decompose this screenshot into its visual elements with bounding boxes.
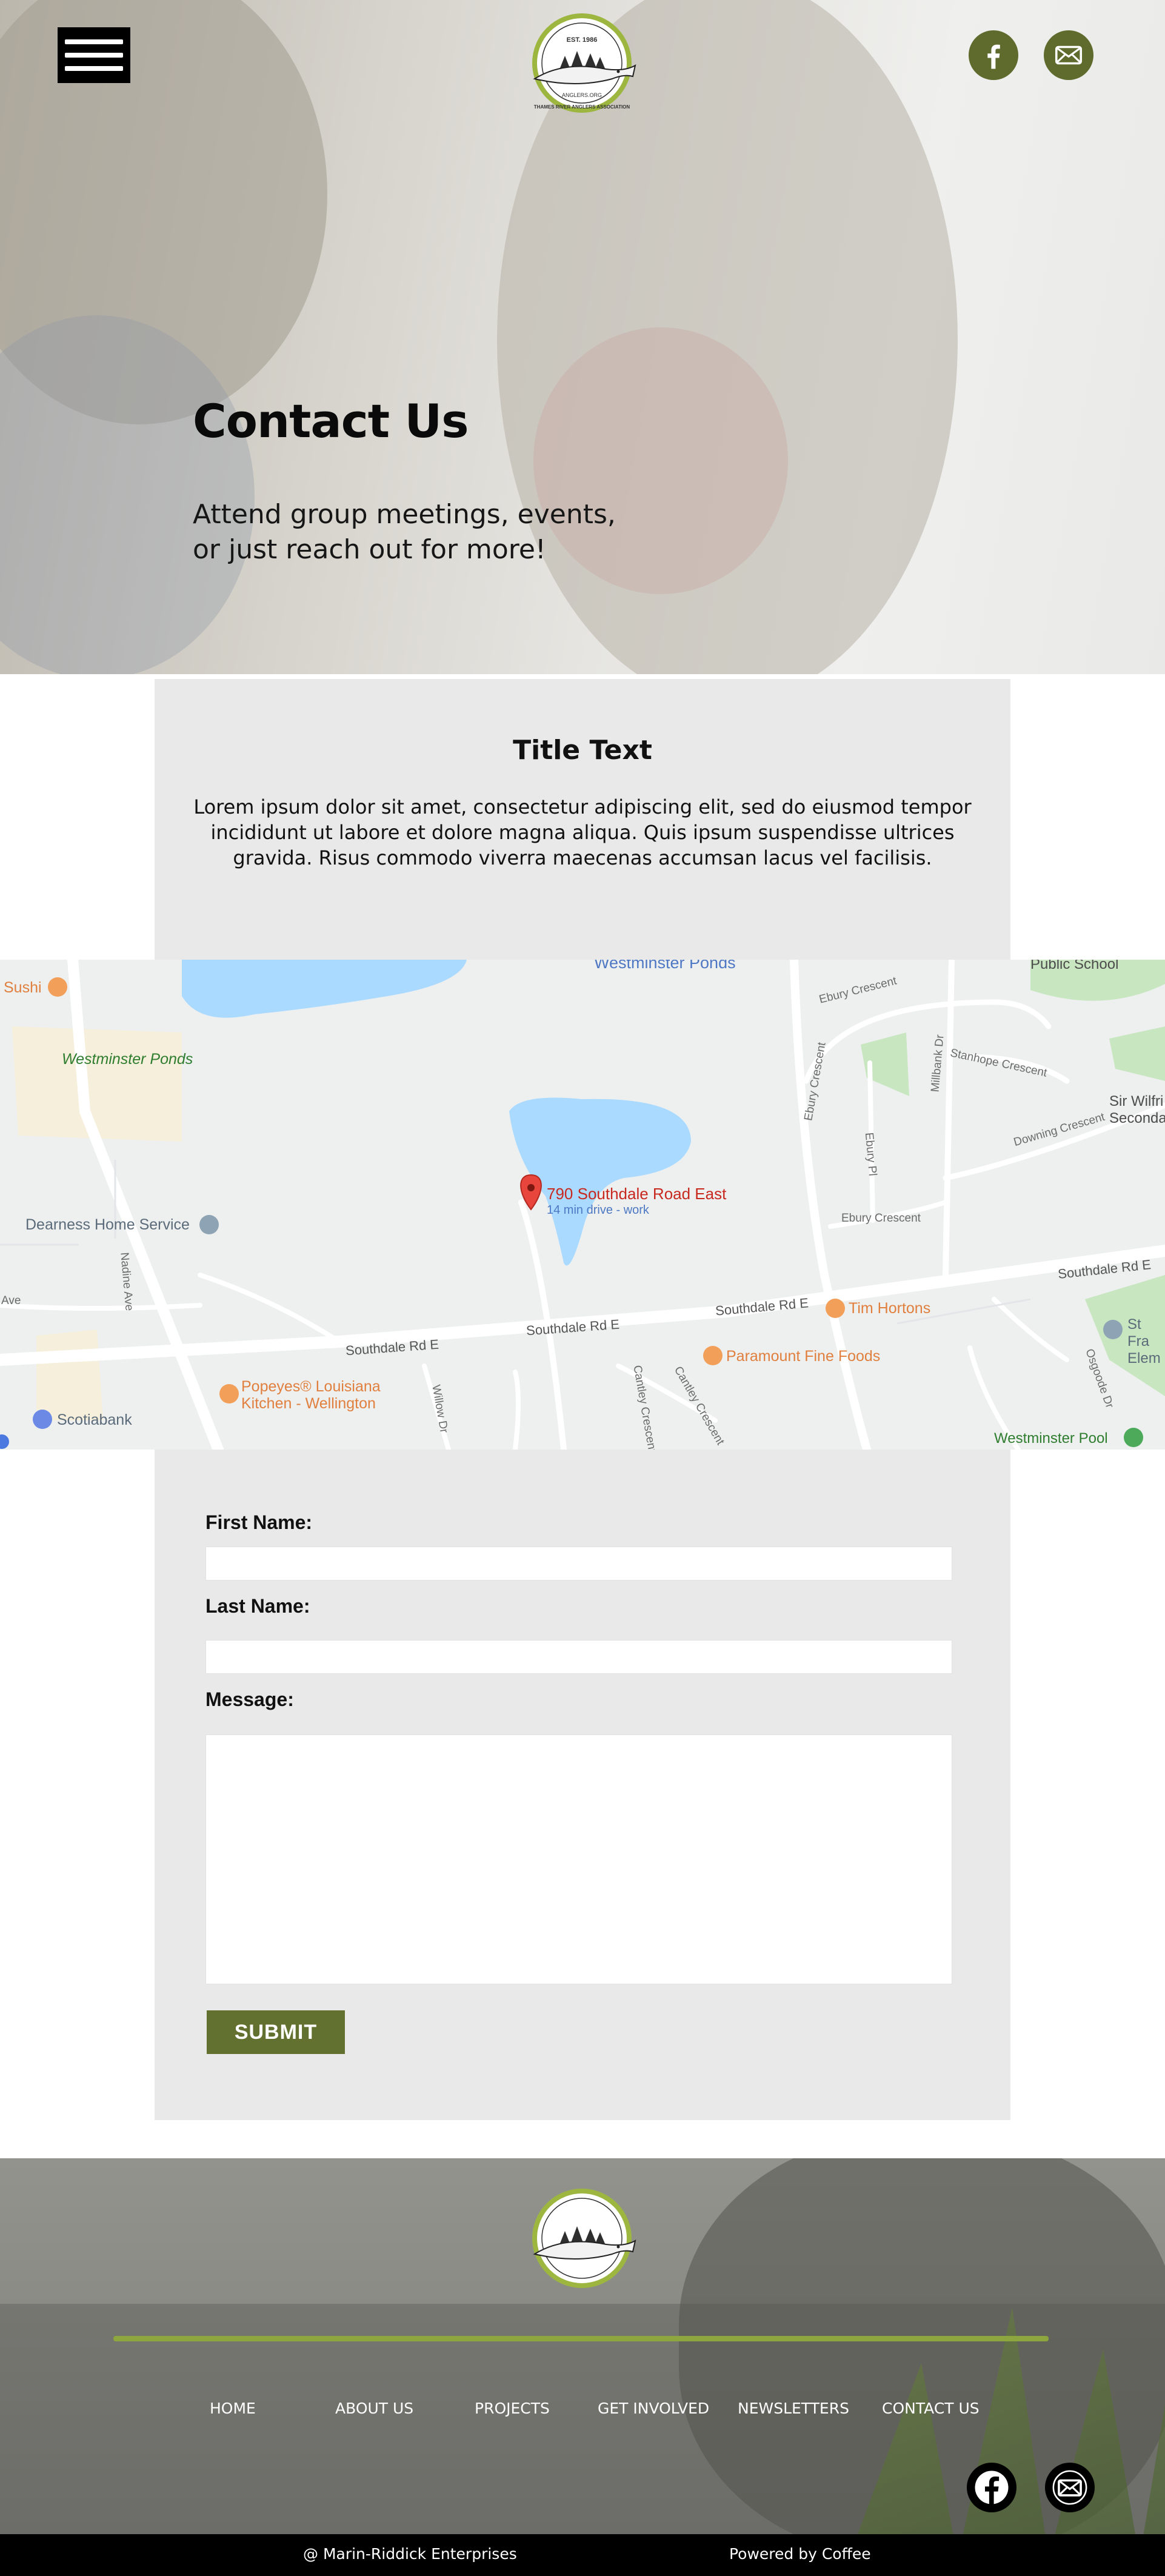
- powered-by-text: Powered by Coffee: [729, 2545, 871, 2563]
- footer-logo[interactable]: [521, 2189, 643, 2295]
- map-label: Tim Hortons: [849, 1300, 931, 1317]
- hero-subtitle: Attend group meetings, events, or just r…: [193, 499, 616, 565]
- map-label: Dearness Home Service: [25, 1216, 190, 1233]
- intro-title: Title Text: [513, 735, 652, 766]
- contact-form: First Name: Last Name: Message: SUBMIT: [155, 1450, 1010, 2120]
- intro-body: Lorem ipsum dolor sit amet, consectetur …: [193, 795, 972, 869]
- map-label: St Fra Elem: [1127, 1316, 1161, 1367]
- facebook-icon[interactable]: [969, 30, 1018, 80]
- map-label: Scotiabank: [57, 1411, 132, 1428]
- footer-nav-get-involved[interactable]: GET INVOLVED: [598, 2400, 709, 2417]
- map-label: Sushi: [4, 979, 42, 996]
- submit-button[interactable]: SUBMIT: [207, 2010, 345, 2054]
- first-name-input[interactable]: [205, 1547, 952, 1581]
- logo-name: THAMES RIVER ANGLERS ASSOCIATION: [533, 104, 630, 110]
- map-embed[interactable]: Westminster Ponds Public School Sushi We…: [0, 960, 1165, 1450]
- first-name-label: First Name:: [205, 1511, 313, 1533]
- map-label: Westminster Pool: [994, 1430, 1108, 1447]
- copyright-text: @ Marin-Riddick Enterprises: [303, 2545, 517, 2563]
- intro-card: Title Text Lorem ipsum dolor sit amet, c…: [155, 679, 1010, 960]
- map-label: Westminster Ponds: [594, 960, 736, 972]
- message-label: Message:: [205, 1688, 294, 1710]
- map-label: Sir Wilfri Seconda: [1109, 1093, 1165, 1126]
- message-textarea[interactable]: [205, 1735, 952, 1984]
- footer-divider: [113, 2336, 1049, 2341]
- map-pin-detail: 14 min drive - work: [547, 1203, 649, 1217]
- footer-nav-contact-us[interactable]: CONTACT US: [882, 2400, 980, 2417]
- facebook-icon[interactable]: [967, 2463, 1016, 2512]
- last-name-input[interactable]: [205, 1640, 952, 1674]
- logo-est: EST. 1986: [566, 36, 598, 44]
- map-pin-address: 790 Southdale Road East: [547, 1185, 727, 1203]
- footer-nav-newsletters[interactable]: NEWSLETTERS: [738, 2400, 849, 2417]
- footer-nav-projects[interactable]: PROJECTS: [475, 2400, 550, 2417]
- map-label: Westminster Ponds: [62, 1051, 193, 1068]
- last-name-label: Last Name:: [205, 1595, 310, 1617]
- map-label: Paramount Fine Foods: [726, 1348, 881, 1365]
- footer-nav-about-us[interactable]: ABOUT US: [335, 2400, 413, 2417]
- footer-nav-home[interactable]: HOME: [210, 2400, 256, 2417]
- mail-icon[interactable]: [1045, 2463, 1095, 2512]
- hero-section: EST. 1986 ANGLERS.ORG THAMES RIVER ANGLE…: [0, 0, 1165, 674]
- bottom-bar: @ Marin-Riddick Enterprises Powered by C…: [0, 2534, 1165, 2576]
- page-title: Contact Us: [193, 394, 469, 448]
- footer: HOME ABOUT US PROJECTS GET INVOLVED NEWS…: [0, 2158, 1165, 2534]
- hamburger-menu-icon[interactable]: [58, 27, 130, 83]
- logo-site: ANGLERS.ORG: [561, 92, 602, 98]
- site-logo[interactable]: EST. 1986 ANGLERS.ORG THAMES RIVER ANGLE…: [521, 13, 643, 119]
- map-label: Popeyes® Louisiana Kitchen - Wellington: [241, 1378, 381, 1412]
- map-label: Public School: [1030, 960, 1119, 972]
- map-label: Ebury Crescent: [841, 1212, 921, 1225]
- mail-icon[interactable]: [1044, 30, 1093, 80]
- map-label: Ave: [1, 1294, 21, 1307]
